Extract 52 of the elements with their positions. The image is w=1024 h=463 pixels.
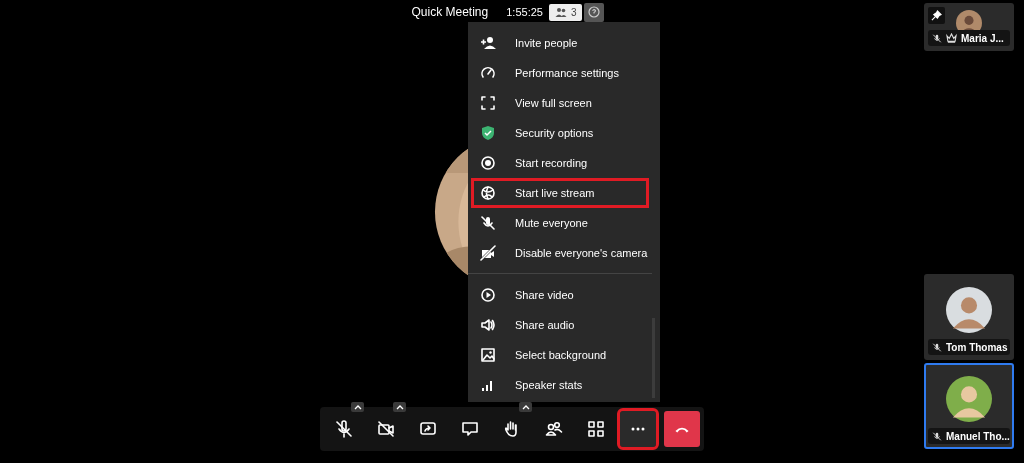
record-icon bbox=[480, 155, 496, 171]
meeting-timer: 1:55:25 bbox=[506, 6, 543, 18]
meeting-title: Quick Meeting bbox=[411, 5, 489, 19]
help-button[interactable] bbox=[584, 2, 605, 22]
menu-item[interactable]: Share audio bbox=[468, 310, 652, 340]
fullscreen-icon bbox=[480, 95, 496, 111]
menu-item[interactable]: Invite people bbox=[468, 28, 652, 58]
participant-name: Maria J... bbox=[961, 32, 1004, 44]
menu-item[interactable]: Speaker stats bbox=[468, 370, 652, 400]
play-icon bbox=[480, 287, 496, 303]
caret-icon bbox=[353, 404, 362, 410]
video-tile[interactable]: Maria J... bbox=[924, 3, 1014, 51]
pin-button[interactable] bbox=[928, 7, 945, 24]
caret-icon bbox=[395, 404, 404, 410]
menu-item[interactable]: Select background bbox=[468, 340, 652, 370]
grid-icon bbox=[586, 419, 606, 439]
video-tile[interactable]: Manuel Tho... bbox=[924, 363, 1014, 449]
participant-name: Manuel Tho... bbox=[946, 430, 1010, 442]
caret-button[interactable] bbox=[393, 402, 406, 412]
hang-up-icon bbox=[675, 425, 689, 433]
add-person-icon bbox=[480, 35, 496, 51]
caret-button[interactable] bbox=[351, 402, 364, 412]
people-icon bbox=[554, 7, 567, 17]
globe-icon bbox=[480, 185, 496, 201]
menu-item[interactable]: View full screen bbox=[468, 88, 652, 118]
chat-icon bbox=[460, 419, 480, 439]
camera-off-icon bbox=[480, 245, 496, 261]
menu-item[interactable]: Share video bbox=[468, 280, 652, 310]
participant-count[interactable]: 3 bbox=[548, 3, 583, 21]
video-tile[interactable]: Tom Thomas bbox=[924, 274, 1014, 360]
shield-icon bbox=[480, 125, 496, 141]
pin-icon bbox=[931, 10, 942, 21]
menu-item[interactable]: Mute everyone bbox=[468, 208, 652, 238]
menu-item[interactable]: Disable everyone's camera bbox=[468, 238, 652, 268]
caret-button[interactable] bbox=[519, 402, 532, 412]
more-icon bbox=[631, 427, 645, 431]
participant-name: Tom Thomas bbox=[946, 341, 1008, 353]
gauge-icon bbox=[480, 65, 496, 81]
menu-item[interactable]: Security options bbox=[468, 118, 652, 148]
caret-icon bbox=[521, 404, 530, 410]
image-icon bbox=[480, 347, 496, 363]
speaker-icon bbox=[480, 317, 496, 333]
muted-mic-icon bbox=[480, 215, 496, 231]
avatar-icon bbox=[946, 376, 992, 422]
camera-off-icon bbox=[376, 419, 396, 439]
help-icon bbox=[588, 6, 601, 18]
avatar-icon bbox=[946, 287, 992, 333]
people-icon bbox=[544, 419, 564, 439]
muted-mic-icon bbox=[334, 419, 354, 439]
menu-item[interactable]: Start live stream bbox=[471, 178, 649, 208]
menu-item[interactable]: Start recording bbox=[468, 148, 652, 178]
menu-item[interactable]: Performance settings bbox=[468, 58, 652, 88]
